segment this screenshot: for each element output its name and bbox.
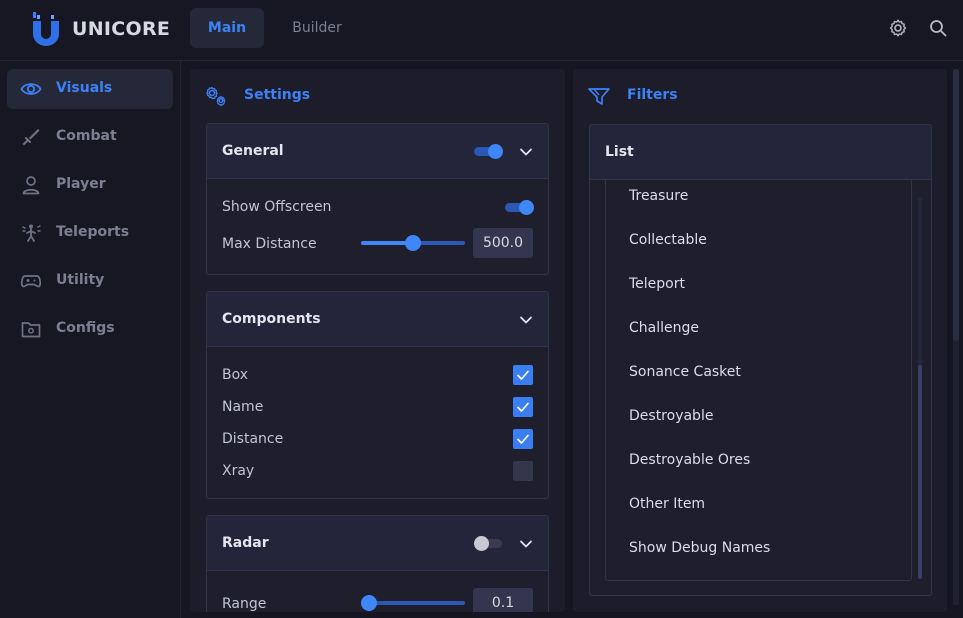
tab-builder[interactable]: Builder [278,8,356,48]
sidebar-item-label: Utility [56,272,105,288]
sword-icon [23,129,40,145]
filter-list-header: List [590,125,931,180]
sidebar-item-label: Configs [56,320,115,336]
general-section-header[interactable]: General [207,124,548,179]
sidebar-item-label: Combat [56,128,117,144]
check-icon [517,434,529,444]
sidebar-item-label: Teleports [56,224,130,240]
name-checkbox[interactable] [513,397,533,417]
sidebar-item-label: Player [56,176,106,192]
max-distance-slider[interactable] [361,235,465,251]
settings-panel: Settings General Show Offscreen Max Dist… [190,69,565,612]
show-offscreen-label: Show Offscreen [222,199,332,215]
sidebar-item-label: Visuals [56,80,113,96]
list-item[interactable]: Teleport [629,276,685,292]
xray-checkbox[interactable] [513,461,533,481]
distance-checkbox[interactable] [513,429,533,449]
range-slider[interactable] [361,595,465,611]
chevron-down-icon[interactable] [518,144,534,160]
sidebar-item-visuals[interactable]: Visuals [7,69,173,109]
components-title: Components [222,311,321,327]
list-item[interactable]: Show Debug Names [629,540,770,556]
sidebar-item-combat[interactable]: Combat [7,117,173,157]
components-section-header[interactable]: Components [207,292,548,347]
component-label-xray: Xray [222,463,255,479]
check-icon [517,402,529,412]
component-label-distance: Distance [222,431,284,447]
components-section: Components Box Name Distance Xray [206,291,549,499]
folder-gear-icon [21,322,41,338]
component-label-name: Name [222,399,264,415]
sidebar-item-configs[interactable]: Configs [7,309,173,349]
radar-section: Radar Range 0.1 [206,515,549,612]
box-checkbox[interactable] [513,365,533,385]
settings-title: Settings [244,87,311,103]
sidebar-item-player[interactable]: Player [7,165,173,205]
list-item[interactable]: Sonance Casket [629,364,741,380]
max-distance-value[interactable]: 500.0 [473,228,533,258]
unicore-logo-icon [33,12,59,46]
range-label: Range [222,596,267,612]
filters-title: Filters [627,87,678,103]
filter-list[interactable]: Treasure Collectable Teleport Challenge … [605,180,912,581]
list-item[interactable]: Collectable [629,232,707,248]
teleport-icon [22,224,41,242]
main-scroll-thumb[interactable] [953,69,959,341]
list-item[interactable]: Other Item [629,496,705,512]
component-label-box: Box [222,367,249,383]
list-item[interactable]: Destroyable Ores [629,452,750,468]
filters-panel: Filters List Treasure Collectable Telepo… [573,69,947,612]
brand-name: UNICORE [72,18,171,40]
radar-section-header[interactable]: Radar [207,516,548,571]
sidebar-item-utility[interactable]: Utility [7,261,173,301]
gear-icon[interactable] [888,18,908,38]
range-value[interactable]: 0.1 [473,588,533,612]
sidebar-item-teleports[interactable]: Teleports [7,213,173,253]
filter-list-box: List Treasure Collectable Teleport Chall… [589,124,932,596]
show-offscreen-toggle[interactable] [505,200,535,215]
filter-list-scroll-thumb[interactable] [918,365,922,579]
gamepad-icon [20,275,42,288]
top-bar: UNICORE Main Builder [0,0,963,61]
radar-title: Radar [222,535,269,551]
user-icon [22,176,40,195]
eye-icon [20,83,42,95]
general-enable-toggle[interactable] [474,144,504,159]
filter-list-title: List [605,144,634,160]
tab-main[interactable]: Main [190,8,264,48]
max-distance-label: Max Distance [222,236,317,252]
check-icon [517,370,529,380]
general-title: General [222,143,284,159]
search-icon[interactable] [928,18,948,38]
list-item[interactable]: Challenge [629,320,699,336]
gears-icon [206,86,226,107]
sidebar: Visuals Combat Player Teleports Utility [0,61,181,618]
filter-icon [588,88,610,105]
general-section: General Show Offscreen Max Distance 500.… [206,123,549,275]
list-item[interactable]: Treasure [629,188,688,204]
chevron-down-icon[interactable] [518,312,534,328]
chevron-down-icon[interactable] [518,536,534,552]
radar-enable-toggle[interactable] [474,536,504,551]
list-item[interactable]: Destroyable [629,408,713,424]
